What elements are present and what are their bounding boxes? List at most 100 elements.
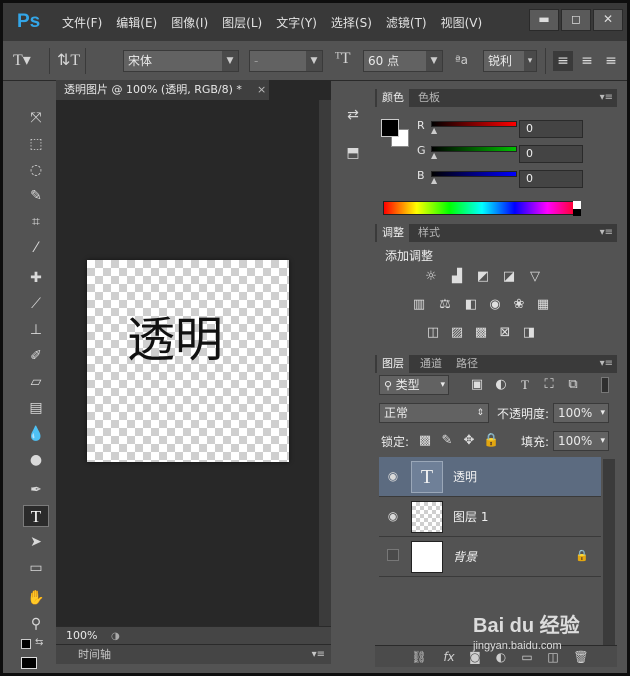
slider-handle-icon[interactable]: ▲	[431, 176, 437, 185]
layer-row-1[interactable]: ◉ 图层 1	[379, 497, 601, 537]
vibrance-icon[interactable]: ▽	[527, 269, 543, 285]
black-white-icon[interactable]: ◧	[463, 297, 479, 313]
eye-icon[interactable]: ◉	[385, 508, 401, 524]
gradient-map-icon[interactable]: ◨	[521, 325, 537, 341]
font-style-select[interactable]: - ▼	[249, 50, 323, 72]
visibility-toggle-off[interactable]	[387, 549, 399, 561]
filter-smart-object-icon[interactable]: ⧉	[565, 377, 581, 393]
menu-image[interactable]: 图像(I)	[164, 14, 215, 32]
canvas-text-layer[interactable]: 透明	[127, 310, 257, 370]
opacity-input[interactable]: 100% ▾	[553, 403, 609, 423]
filter-toggle[interactable]	[601, 377, 609, 393]
menu-type[interactable]: 文字(Y)	[269, 14, 324, 32]
brush-tool-icon[interactable]: ⟋	[23, 293, 49, 315]
marquee-tool-icon[interactable]: ⬚	[23, 133, 49, 155]
filter-shape-icon[interactable]: ⛶	[541, 377, 557, 393]
foreground-color-swatch[interactable]	[21, 639, 31, 649]
filter-pixel-icon[interactable]: ▣	[469, 377, 485, 393]
filter-type-icon[interactable]: T	[517, 377, 533, 393]
history-panel-icon[interactable]: ⇄	[343, 105, 363, 125]
photo-filter-icon[interactable]: ◉	[487, 297, 503, 313]
menu-edit[interactable]: 编辑(E)	[109, 14, 164, 32]
zoom-tool-icon[interactable]: ⚲	[23, 613, 49, 635]
font-family-select[interactable]: 宋体 ▼	[123, 50, 239, 72]
posterize-icon[interactable]: ▨	[449, 325, 465, 341]
slider-b[interactable]	[431, 171, 517, 177]
exposure-icon[interactable]: ◪	[501, 269, 517, 285]
brightness-contrast-icon[interactable]: ☼	[423, 269, 439, 285]
tab-color[interactable]: 颜色	[377, 89, 409, 107]
path-selection-tool-icon[interactable]: ➤	[23, 531, 49, 553]
lock-all-icon[interactable]: 🔒	[483, 433, 499, 449]
color-picker-swatch[interactable]	[21, 657, 37, 669]
lasso-tool-icon[interactable]: ◌	[23, 159, 49, 181]
align-right-icon[interactable]: ≡	[601, 51, 621, 71]
filter-adjustment-icon[interactable]: ◐	[493, 377, 509, 393]
pen-tool-icon[interactable]: ✒	[23, 479, 49, 501]
timeline-tab[interactable]: 时间轴	[78, 648, 111, 661]
channel-value-r[interactable]: 0	[519, 120, 583, 138]
channel-value-b[interactable]: 0	[519, 170, 583, 188]
fx-icon[interactable]: fx	[441, 649, 457, 665]
channel-value-g[interactable]: 0	[519, 145, 583, 163]
dodge-tool-icon[interactable]: ●	[23, 449, 49, 471]
channel-mixer-icon[interactable]: ❀	[511, 297, 527, 313]
menu-view[interactable]: 视图(V)	[434, 14, 490, 32]
link-layers-icon[interactable]: ⛓	[411, 649, 427, 665]
eraser-tool-icon[interactable]: ▱	[23, 371, 49, 393]
tab-adjustments[interactable]: 调整	[377, 224, 409, 242]
quick-select-tool-icon[interactable]: ✎	[23, 185, 49, 207]
document-scrollbar[interactable]	[319, 100, 331, 626]
font-size-select[interactable]: 60 点 ▼	[363, 50, 443, 72]
blur-tool-icon[interactable]: 💧	[23, 423, 49, 445]
text-orientation-icon[interactable]: ⇅T	[57, 50, 80, 70]
layer-filter-select[interactable]: ⚲ 类型 ▾	[379, 375, 449, 395]
panel-menu-icon[interactable]: ▾≡	[600, 224, 613, 242]
lock-transparent-icon[interactable]: ▩	[417, 433, 433, 449]
tab-channels[interactable]: 通道	[415, 355, 447, 373]
hue-saturation-icon[interactable]: ▥	[411, 297, 427, 313]
clone-stamp-tool-icon[interactable]: ⊥	[23, 319, 49, 341]
slider-g[interactable]	[431, 146, 517, 152]
document-tab[interactable]: 透明图片 @ 100% (透明, RGB/8) *	[56, 80, 269, 100]
tab-paths[interactable]: 路径	[451, 355, 483, 373]
fill-input[interactable]: 100% ▾	[553, 431, 609, 451]
lock-position-icon[interactable]: ✥	[461, 433, 477, 449]
black-swatch[interactable]	[573, 209, 581, 216]
history-brush-tool-icon[interactable]: ✐	[23, 345, 49, 367]
curves-icon[interactable]: ◩	[475, 269, 491, 285]
lock-pixels-icon[interactable]: ✎	[439, 433, 455, 449]
properties-panel-icon[interactable]: ⬒	[343, 143, 363, 163]
color-balance-icon[interactable]: ⚖	[437, 297, 453, 313]
selective-color-icon[interactable]: ⊠	[497, 325, 513, 341]
align-left-icon[interactable]: ≡	[553, 51, 573, 71]
eyedropper-tool-icon[interactable]: ⁄	[23, 237, 49, 259]
status-info-icon[interactable]: ◑	[111, 631, 120, 642]
layer-row-background[interactable]: 背景 🔒	[379, 537, 601, 577]
close-icon[interactable]: ×	[257, 80, 269, 100]
menu-select[interactable]: 选择(S)	[324, 14, 379, 32]
hand-tool-icon[interactable]: ✋	[23, 587, 49, 609]
swap-colors-icon[interactable]: ⇆	[35, 637, 43, 648]
minimize-button[interactable]: ▬	[529, 9, 559, 31]
blend-mode-select[interactable]: 正常 ⇕	[379, 403, 489, 423]
panel-menu-icon[interactable]: ▾≡	[600, 89, 613, 107]
shape-tool-icon[interactable]: ▭	[23, 557, 49, 579]
panel-menu-icon[interactable]: ▾≡	[600, 355, 613, 373]
close-button[interactable]: ✕	[593, 9, 623, 31]
crop-tool-icon[interactable]: ⌗	[23, 211, 49, 233]
move-tool-icon[interactable]: ⤧	[23, 107, 49, 129]
layer-name[interactable]: 图层 1	[453, 508, 488, 526]
eye-icon[interactable]: ◉	[385, 468, 401, 484]
slider-handle-icon[interactable]: ▲	[431, 151, 437, 160]
antialias-select[interactable]: 锐利 ▾	[483, 50, 537, 72]
restore-button[interactable]: ◻	[561, 9, 591, 31]
menu-layer[interactable]: 图层(L)	[215, 14, 269, 32]
menu-filter[interactable]: 滤镜(T)	[379, 14, 434, 32]
align-center-icon[interactable]: ≡	[577, 51, 597, 71]
tab-swatches[interactable]: 色板	[413, 89, 445, 107]
slider-handle-icon[interactable]: ▲	[431, 126, 437, 135]
zoom-level[interactable]: 100%	[66, 629, 97, 642]
color-lookup-icon[interactable]: ▦	[535, 297, 551, 313]
layers-scrollbar[interactable]	[603, 459, 615, 645]
